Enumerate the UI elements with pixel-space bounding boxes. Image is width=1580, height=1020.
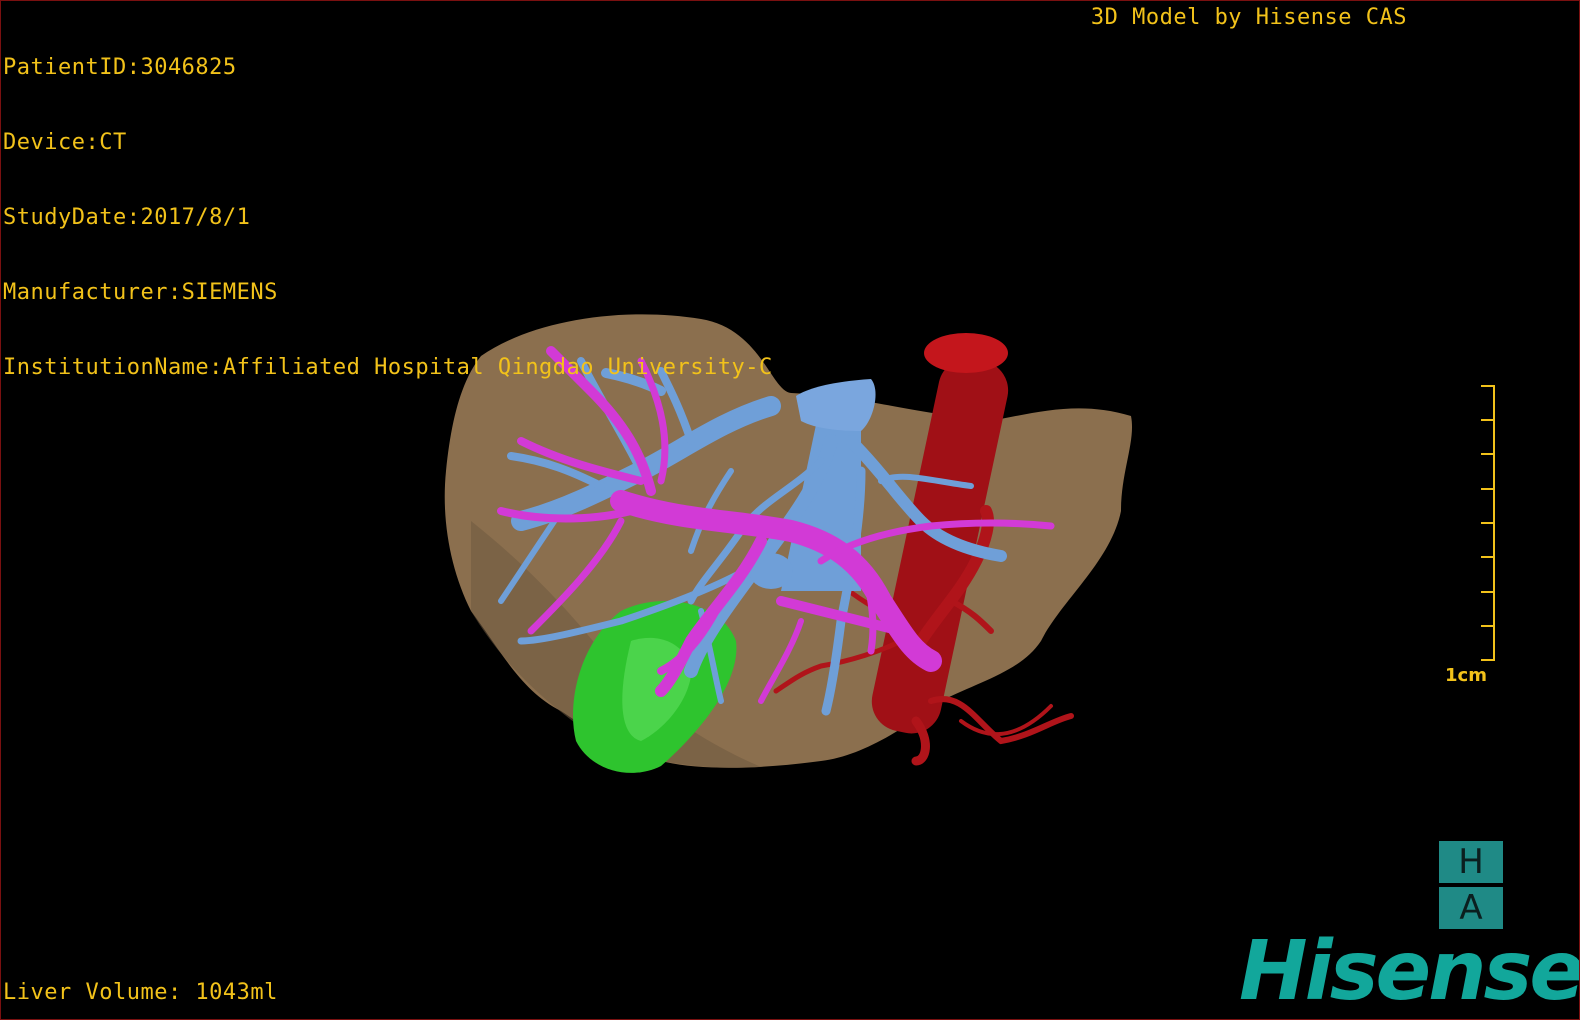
dicom-metadata: PatientID:3046825 Device:CT StudyDate:20…	[3, 5, 773, 430]
patient-id: PatientID:3046825	[3, 55, 237, 80]
liver-volume: Liver Volume: 1043ml	[3, 980, 278, 1005]
ha-logo-a: A	[1439, 887, 1503, 929]
3d-viewport[interactable]: 1cm PatientID:3046825 Device:CT StudyDat…	[0, 0, 1580, 1020]
ha-logo-h: H	[1439, 841, 1503, 883]
manufacturer: Manufacturer:SIEMENS	[3, 280, 278, 305]
scale-bar-label: 1cm	[1445, 665, 1487, 686]
model-credit: 3D Model by Hisense CAS	[1090, 5, 1407, 30]
device: Device:CT	[3, 130, 127, 155]
institution-name: InstitutionName:Affiliated Hospital Qing…	[3, 355, 773, 380]
ha-logo: H A	[1439, 841, 1503, 929]
ivc-stump	[796, 379, 876, 431]
aorta-top	[924, 333, 1008, 373]
scale-bar	[1475, 385, 1495, 661]
hisense-logo: Hisense	[1239, 924, 1580, 1019]
study-date: StudyDate:2017/8/1	[3, 205, 251, 230]
